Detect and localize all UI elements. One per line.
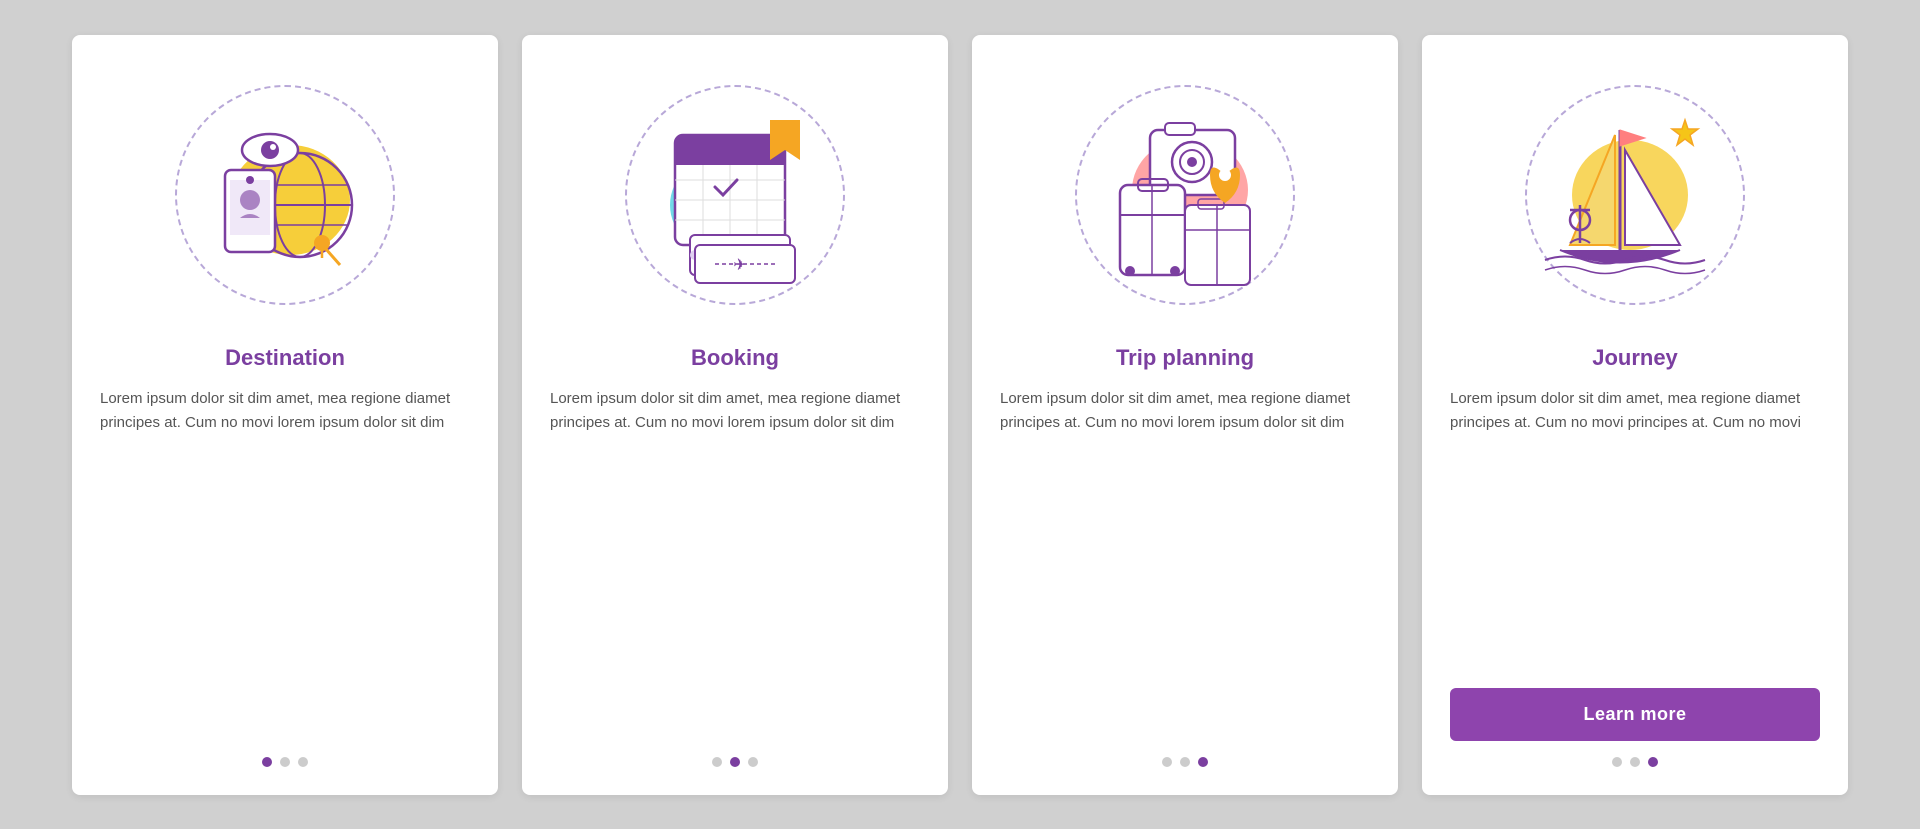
dot-2[interactable] bbox=[730, 757, 740, 767]
dots-booking bbox=[712, 757, 758, 767]
card-destination: Destination Lorem ipsum dolor sit dim am… bbox=[72, 35, 498, 795]
card-title-journey: Journey bbox=[1592, 345, 1678, 371]
dot-3[interactable] bbox=[298, 757, 308, 767]
journey-icon bbox=[1515, 75, 1755, 315]
card-title-trip: Trip planning bbox=[1116, 345, 1254, 371]
dot-1[interactable] bbox=[1162, 757, 1172, 767]
illustration-destination bbox=[155, 65, 415, 325]
dot-2[interactable] bbox=[280, 757, 290, 767]
illustration-journey bbox=[1505, 65, 1765, 325]
dot-3[interactable] bbox=[1198, 757, 1208, 767]
trip-planning-icon bbox=[1065, 75, 1305, 315]
card-text-trip: Lorem ipsum dolor sit dim amet, mea regi… bbox=[1000, 387, 1370, 737]
dots-destination bbox=[262, 757, 308, 767]
cards-container: Destination Lorem ipsum dolor sit dim am… bbox=[0, 0, 1920, 829]
dot-3[interactable] bbox=[1648, 757, 1658, 767]
dot-1[interactable] bbox=[1612, 757, 1622, 767]
dot-3[interactable] bbox=[748, 757, 758, 767]
dot-2[interactable] bbox=[1630, 757, 1640, 767]
dot-2[interactable] bbox=[1180, 757, 1190, 767]
illustration-booking: ✈ bbox=[605, 65, 865, 325]
card-text-journey: Lorem ipsum dolor sit dim amet, mea regi… bbox=[1450, 387, 1820, 672]
dot-1[interactable] bbox=[262, 757, 272, 767]
card-journey: Journey Lorem ipsum dolor sit dim amet, … bbox=[1422, 35, 1848, 795]
card-title-destination: Destination bbox=[225, 345, 345, 371]
dots-trip bbox=[1162, 757, 1208, 767]
learn-more-button[interactable]: Learn more bbox=[1450, 688, 1820, 741]
card-booking: ✈ Booking Lorem ipsum dolor sit dim amet… bbox=[522, 35, 948, 795]
card-trip-planning: Trip planning Lorem ipsum dolor sit dim … bbox=[972, 35, 1398, 795]
card-text-booking: Lorem ipsum dolor sit dim amet, mea regi… bbox=[550, 387, 920, 737]
svg-text:✈: ✈ bbox=[733, 257, 746, 274]
card-text-destination: Lorem ipsum dolor sit dim amet, mea regi… bbox=[100, 387, 470, 737]
dot-1[interactable] bbox=[712, 757, 722, 767]
destination-icon bbox=[170, 80, 400, 310]
card-title-booking: Booking bbox=[691, 345, 779, 371]
dots-journey bbox=[1612, 757, 1658, 767]
illustration-trip-planning bbox=[1055, 65, 1315, 325]
booking-icon: ✈ bbox=[615, 75, 855, 315]
